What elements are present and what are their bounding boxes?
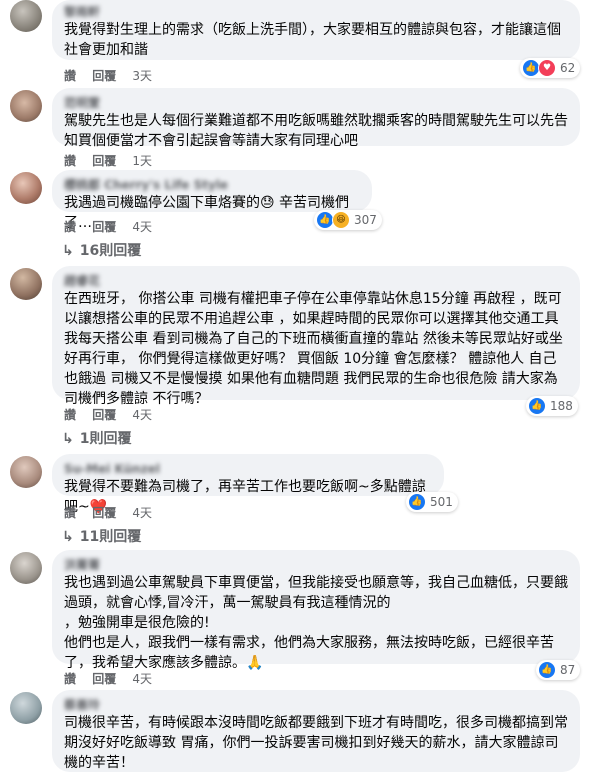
comment-author[interactable]: Su-Mei Künzel (64, 461, 432, 477)
reaction-summary[interactable]: 👍 😆 307 (314, 210, 382, 230)
reply-arrow-icon: ↳ (62, 529, 74, 545)
timestamp[interactable]: 4天 (132, 506, 152, 520)
replies-count: 16則回覆 (79, 243, 142, 259)
avatar[interactable] (10, 456, 42, 488)
reaction-summary[interactable]: 👍 501 (406, 492, 458, 512)
timestamp[interactable]: 3天 (132, 69, 152, 83)
comment-actions: 讚 回覆 4天 (64, 504, 164, 521)
comment-bubble: 黎雨軒 我覺得對生理上的需求（吃飯上洗手間），大家要相互的體諒與包容，才能讓這個… (52, 0, 580, 60)
replies-count: 1則回覆 (79, 431, 132, 447)
replies-count: 11則回覆 (79, 529, 142, 545)
comment-bubble: 趙睿花 在西班牙， 你搭公車 司機有權把車子停在公車停靠站休息15分鐘 再啟程 … (52, 266, 580, 407)
comment-bubble: 范明萱 駕駛先生也是人每個行業難道都不用吃飯嗎雖然耽擱乘客的時間駕駛先生可以先告… (52, 88, 580, 149)
comment-actions: 讚 回覆 3天 (64, 67, 164, 84)
comment-actions: 讚 回覆 4天 (64, 670, 164, 687)
comment-bubble: 蔡善玲 司機很辛苦，有時候跟本沒時間吃飯都要餓到下班才有時間吃，很多司機都搞到常… (52, 690, 580, 772)
like-button[interactable]: 讚 (64, 69, 76, 83)
like-button[interactable]: 讚 (64, 672, 76, 686)
comment-author[interactable]: 洪菁菁 (64, 557, 568, 573)
like-button[interactable]: 讚 (64, 220, 76, 234)
comment-author[interactable]: 范明萱 (64, 95, 568, 111)
comment-text: 我覺得對生理上的需求（吃飯上洗手間），大家要相互的體諒與包容，才能讓這個社會更加… (64, 22, 561, 58)
reply-button[interactable]: 回覆 (92, 506, 116, 520)
reply-arrow-icon: ↳ (62, 243, 74, 259)
like-button[interactable]: 讚 (64, 506, 76, 520)
timestamp[interactable]: 1天 (132, 154, 152, 168)
timestamp[interactable]: 4天 (132, 220, 152, 234)
reaction-count: 307 (354, 213, 377, 227)
comment-actions: 讚 回覆 1天 (64, 152, 164, 169)
reply-button[interactable]: 回覆 (92, 154, 116, 168)
heart-icon: ♥ (538, 59, 556, 77)
comment-author[interactable]: 趙睿花 (64, 273, 568, 289)
comment-author[interactable]: 櫻桃都 Cherry's Life Style (64, 177, 360, 193)
comment-text: 在西班牙， 你搭公車 司機有權把車子停在公車停靠站休息15分鐘 再啟程 ，既可以… (64, 291, 563, 407)
view-replies-link[interactable]: ↳ 16則回覆 (62, 240, 141, 260)
haha-icon: 😆 (332, 211, 350, 229)
avatar[interactable] (10, 90, 42, 122)
avatar[interactable] (10, 692, 42, 724)
like-button[interactable]: 讚 (64, 154, 76, 168)
reaction-count: 501 (430, 495, 453, 509)
reaction-summary[interactable]: 👍 188 (526, 396, 578, 416)
avatar[interactable] (10, 268, 42, 300)
avatar[interactable] (10, 0, 42, 32)
comment-text: 司機很辛苦，有時候跟本沒時間吃飯都要餓到下班才有時間吃，很多司機都搞到常期沒好好… (64, 715, 568, 771)
timestamp[interactable]: 4天 (132, 408, 152, 422)
comment-actions: 讚 回覆 4天 (64, 406, 164, 423)
reaction-count: 87 (560, 663, 576, 677)
timestamp[interactable]: 4天 (132, 672, 152, 686)
reply-button[interactable]: 回覆 (92, 69, 116, 83)
reaction-summary[interactable]: 👍 ♥ 62 (520, 58, 581, 78)
comment-author[interactable]: 黎雨軒 (64, 4, 568, 20)
like-icon: 👍 (408, 493, 426, 511)
reaction-summary[interactable]: 👍 87 (536, 660, 581, 680)
reaction-count: 62 (560, 61, 576, 75)
view-replies-link[interactable]: ↳ 11則回覆 (62, 526, 141, 546)
comment-bubble: 洪菁菁 我也遇到過公車駕駛員下車買便當，但我能接受也願意等，我自己血糖低，只要餓… (52, 550, 580, 671)
like-icon: 👍 (538, 661, 556, 679)
avatar[interactable] (10, 552, 42, 584)
comment-actions: 讚 回覆 4天 (64, 218, 164, 235)
comment-text: 駕駛先生也是人每個行業難道都不用吃飯嗎雖然耽擱乘客的時間駕駛先生可以先告知買個便… (64, 113, 568, 149)
reply-button[interactable]: 回覆 (92, 408, 116, 422)
like-button[interactable]: 讚 (64, 408, 76, 422)
reply-button[interactable]: 回覆 (92, 220, 116, 234)
comment-bubble: Su-Mei Künzel 我覺得不要難為司機了，再辛苦工作也要吃飯啊~多點體諒… (52, 454, 444, 515)
comment-bubble: 櫻桃都 Cherry's Life Style 我遇過司機臨停公園下車烙賽的😓 … (52, 170, 372, 231)
reply-button[interactable]: 回覆 (92, 672, 116, 686)
reply-arrow-icon: ↳ (62, 431, 74, 447)
like-icon: 👍 (528, 397, 546, 415)
reaction-count: 188 (550, 399, 573, 413)
comment-text: 我也遇到過公車駕駛員下車買便當，但我能接受也願意等，我自己血糖低，只要餓過頭，就… (64, 575, 568, 671)
view-replies-link[interactable]: ↳ 1則回覆 (62, 428, 131, 448)
avatar[interactable] (10, 172, 42, 204)
comment-author[interactable]: 蔡善玲 (64, 697, 568, 713)
